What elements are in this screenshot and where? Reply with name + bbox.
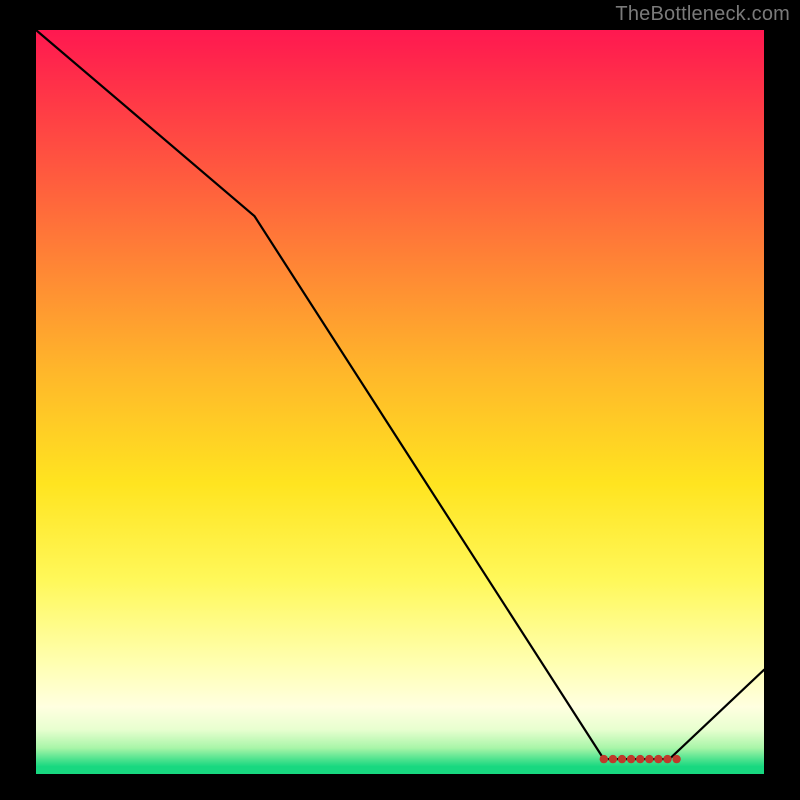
series-marker [618, 755, 626, 763]
series-marker [663, 755, 671, 763]
series-marker [636, 755, 644, 763]
chart-frame: TheBottleneck.com [0, 0, 800, 800]
attribution-text: TheBottleneck.com [615, 3, 790, 26]
series-marker [627, 755, 635, 763]
main-line-series [36, 30, 764, 759]
marker-cluster [600, 755, 681, 763]
series-marker [654, 755, 662, 763]
series-marker [600, 755, 608, 763]
series-marker [672, 755, 680, 763]
chart-overlay-svg [36, 30, 764, 774]
plot-area [36, 30, 764, 774]
series-marker [609, 755, 617, 763]
series-marker [645, 755, 653, 763]
